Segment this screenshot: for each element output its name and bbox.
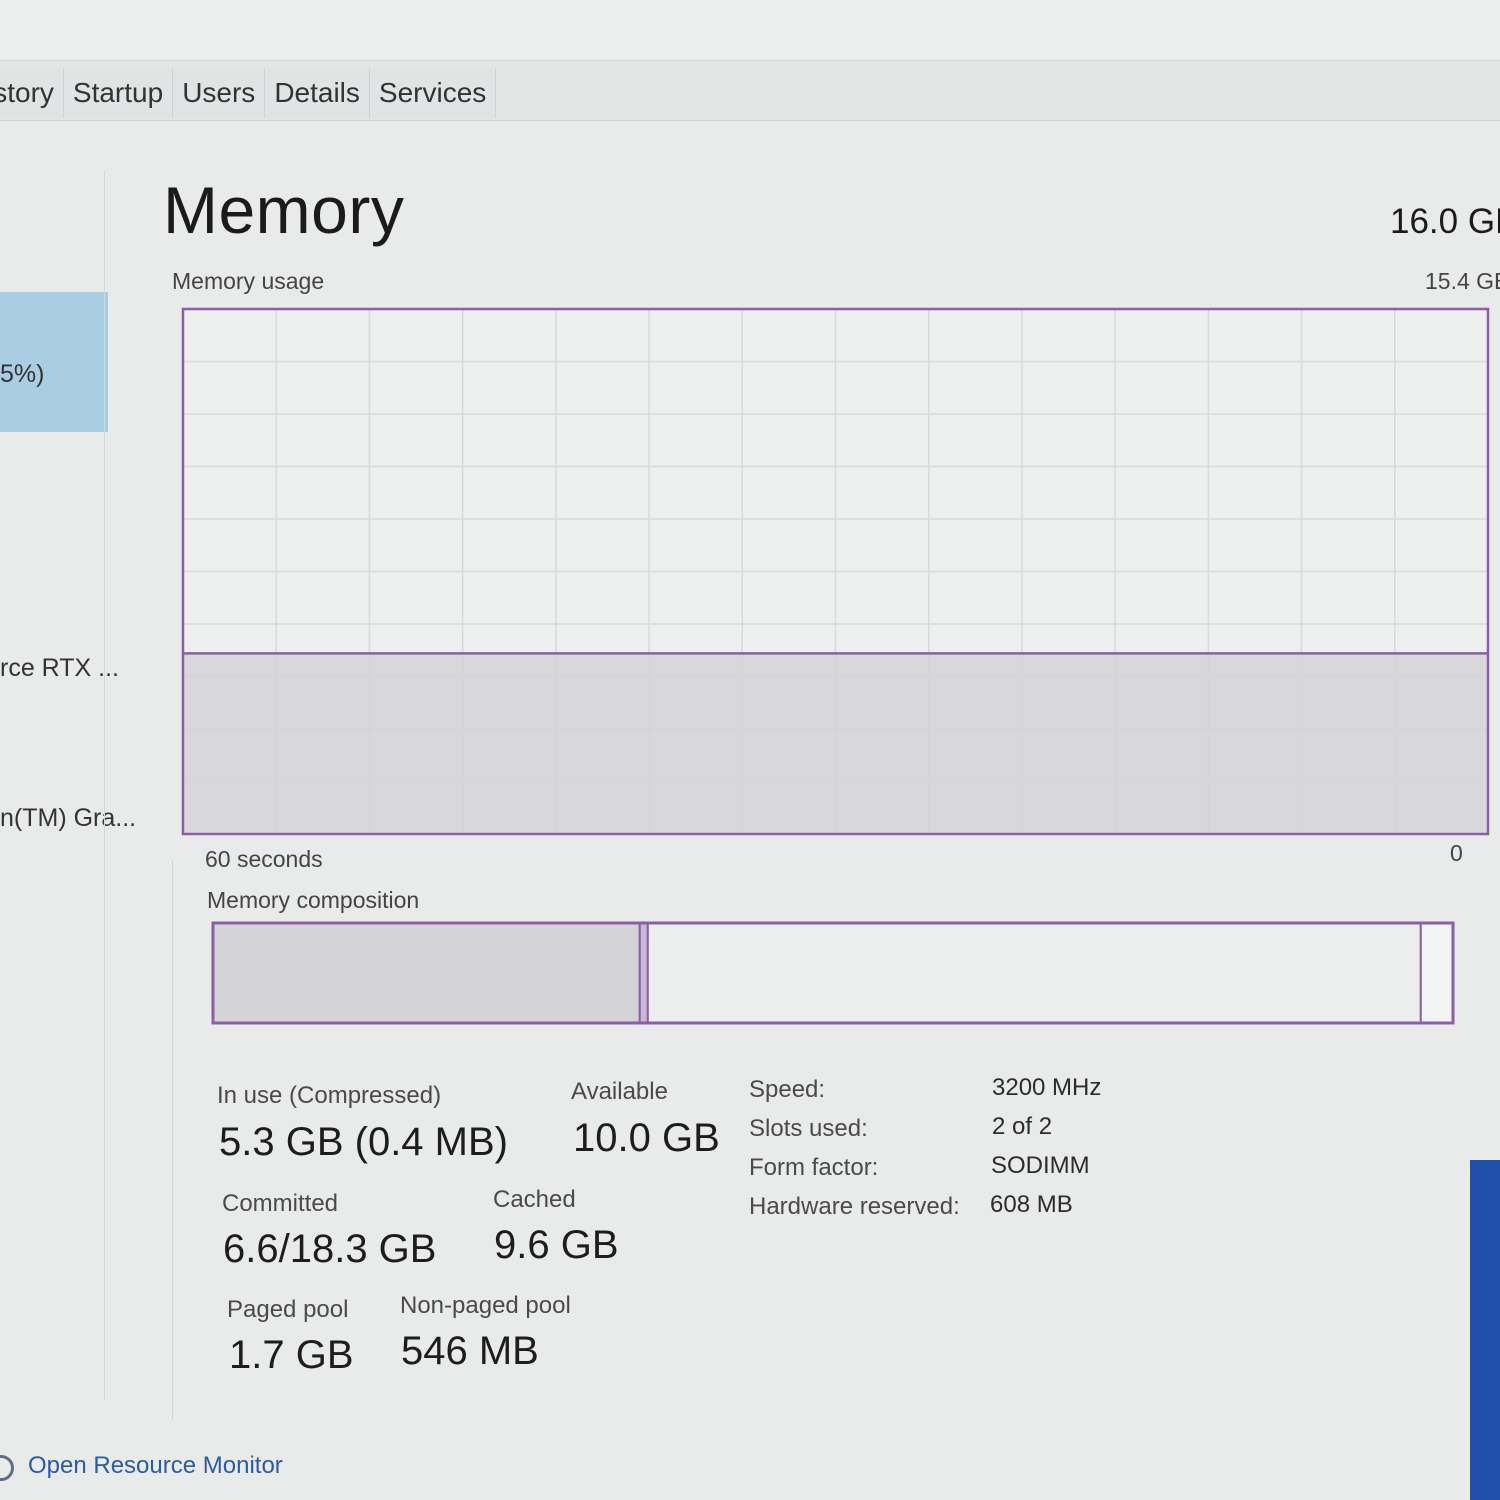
- slots-used-value: 2 of 2: [992, 1113, 1053, 1140]
- time-axis-right-label: 0: [1450, 840, 1463, 866]
- hardware-reserved-label: Hardware reserved:: [749, 1193, 960, 1220]
- memory-usage-graph: [181, 307, 1490, 836]
- hardware-reserved-value: 608 MB: [990, 1191, 1073, 1218]
- resource-monitor-icon[interactable]: [0, 1455, 14, 1481]
- speed-label: Speed:: [749, 1076, 826, 1103]
- content-divider: [172, 860, 173, 1420]
- tab-users[interactable]: Users: [173, 68, 266, 118]
- tab-details[interactable]: Details: [265, 68, 370, 118]
- in-use-label: In use (Compressed): [217, 1082, 442, 1109]
- composition-standby: [646, 922, 1422, 1024]
- nonpaged-pool-label: Non-paged pool: [400, 1292, 571, 1319]
- slots-used-label: Slots used:: [749, 1115, 868, 1142]
- form-factor-value: SODIMM: [991, 1152, 1090, 1179]
- cached-value: 9.6 GB: [494, 1223, 619, 1267]
- paged-pool-value: 1.7 GB: [229, 1333, 354, 1377]
- committed-value: 6.6/18.3 GB: [223, 1227, 437, 1271]
- sidebar-item-gpu-nvidia[interactable]: rce RTX ...: [0, 654, 119, 683]
- memory-composition-bar: [211, 921, 1455, 1025]
- sidebar-divider: [104, 170, 105, 1400]
- tab-app-history[interactable]: istory: [0, 68, 64, 118]
- nonpaged-pool-value: 546 MB: [401, 1329, 539, 1373]
- page-title: Memory: [163, 173, 405, 247]
- form-factor-label: Form factor:: [749, 1154, 879, 1181]
- usage-label: Memory usage: [172, 268, 325, 294]
- available-value: 10.0 GB: [573, 1116, 720, 1160]
- cached-label: Cached: [493, 1186, 576, 1213]
- paged-pool-label: Paged pool: [227, 1296, 349, 1323]
- in-use-value: 5.3 GB (0.4 MB): [219, 1120, 508, 1164]
- composition-modified: [638, 922, 649, 1024]
- composition-label: Memory composition: [207, 887, 420, 913]
- committed-label: Committed: [222, 1190, 339, 1217]
- composition-in-use: [212, 922, 641, 1024]
- open-resource-monitor-link[interactable]: Open Resource Monitor: [28, 1452, 283, 1480]
- available-label: Available: [571, 1078, 668, 1105]
- tab-startup[interactable]: Startup: [63, 68, 174, 118]
- composition-free: [1419, 922, 1455, 1024]
- tabs: istory Startup Users Details Services: [0, 68, 497, 118]
- title-strip: [0, 0, 1500, 61]
- usage-area: [183, 653, 1488, 834]
- tab-services[interactable]: Services: [369, 68, 497, 118]
- tab-bar: istory Startup Users Details Services: [0, 0, 1500, 121]
- speed-value: 3200 MHz: [992, 1074, 1102, 1101]
- time-axis-left-label: 60 seconds: [205, 846, 323, 872]
- desktop-edge: [1470, 1160, 1500, 1500]
- sidebar-item-gpu-intel[interactable]: n(TM) Gra...: [0, 804, 136, 833]
- total-memory: 16.0 GB: [1390, 202, 1500, 241]
- usage-max-label: 15.4 GB: [1425, 268, 1500, 294]
- sidebar-item-memory[interactable]: 5%): [0, 360, 44, 389]
